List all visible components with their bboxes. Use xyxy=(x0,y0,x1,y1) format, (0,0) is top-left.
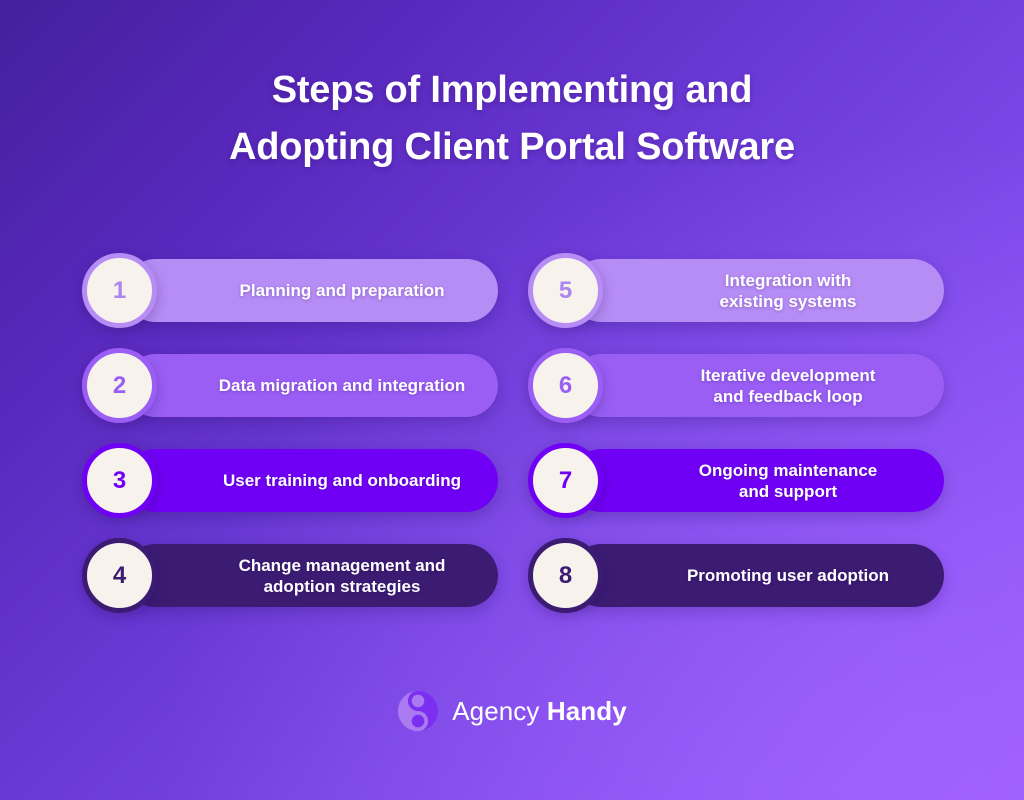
step-badge: 4 xyxy=(82,538,157,613)
brand-name-light: Agency xyxy=(452,696,540,726)
brand-logo: Agency Handy xyxy=(0,690,1024,732)
step-label: Planning and preparation xyxy=(239,281,445,300)
step-item: User training and onboarding 3 xyxy=(82,443,498,518)
step-label: Ongoing maintenance and support xyxy=(698,460,878,501)
page-title: Steps of Implementing and Adopting Clien… xyxy=(0,62,1024,176)
step-pill: Change management and adoption strategie… xyxy=(124,544,498,607)
step-label: User training and onboarding xyxy=(222,471,461,490)
steps-grid: Planning and preparation 1 Integration w… xyxy=(82,253,944,613)
step-pill: User training and onboarding xyxy=(124,449,498,512)
step-badge: 7 xyxy=(528,443,603,518)
step-pill: Planning and preparation xyxy=(124,259,498,322)
step-item: Data migration and integration 2 xyxy=(82,348,498,423)
brand-name: Agency Handy xyxy=(452,698,627,724)
agency-handy-logo-icon xyxy=(398,690,439,732)
step-number: 7 xyxy=(558,466,573,494)
step-number: 8 xyxy=(558,561,573,589)
step-number: 5 xyxy=(558,276,573,304)
step-pill: Ongoing maintenance and support xyxy=(570,449,944,512)
step-badge: 8 xyxy=(528,538,603,613)
step-number: 4 xyxy=(112,561,127,589)
step-pill: Promoting user adoption xyxy=(570,544,944,607)
logo-mark-dot-lower xyxy=(411,714,425,728)
step-number: 2 xyxy=(112,371,127,399)
step-number: 6 xyxy=(558,371,573,399)
step-label: Integration with existing systems xyxy=(719,270,857,311)
step-item: Ongoing maintenance and support 7 xyxy=(528,443,944,518)
step-item: Iterative development and feedback loop … xyxy=(528,348,944,423)
step-label: Promoting user adoption xyxy=(686,566,890,585)
step-pill: Integration with existing systems xyxy=(570,259,944,322)
page-title-line-2: Adopting Client Portal Software xyxy=(229,126,795,168)
step-pill: Iterative development and feedback loop xyxy=(570,354,944,417)
step-item: Planning and preparation 1 xyxy=(82,253,498,328)
step-label: Iterative development and feedback loop xyxy=(700,365,876,406)
step-badge: 5 xyxy=(528,253,603,328)
step-item: Integration with existing systems 5 xyxy=(528,253,944,328)
step-badge: 3 xyxy=(82,443,157,518)
brand-name-bold: Handy xyxy=(546,696,627,726)
infographic-canvas: Steps of Implementing and Adopting Clien… xyxy=(0,0,1024,800)
step-item: Promoting user adoption 8 xyxy=(528,538,944,613)
step-badge: 6 xyxy=(528,348,603,423)
step-item: Change management and adoption strategie… xyxy=(82,538,498,613)
step-label: Change management and adoption strategie… xyxy=(238,555,446,596)
step-pill: Data migration and integration xyxy=(124,354,498,417)
logo-mark-dot-upper xyxy=(411,694,425,708)
step-number: 1 xyxy=(112,276,127,304)
page-title-line-1: Steps of Implementing and xyxy=(271,69,753,111)
step-number: 3 xyxy=(112,466,127,494)
step-badge: 1 xyxy=(82,253,157,328)
step-badge: 2 xyxy=(82,348,157,423)
step-label: Data migration and integration xyxy=(218,376,466,395)
